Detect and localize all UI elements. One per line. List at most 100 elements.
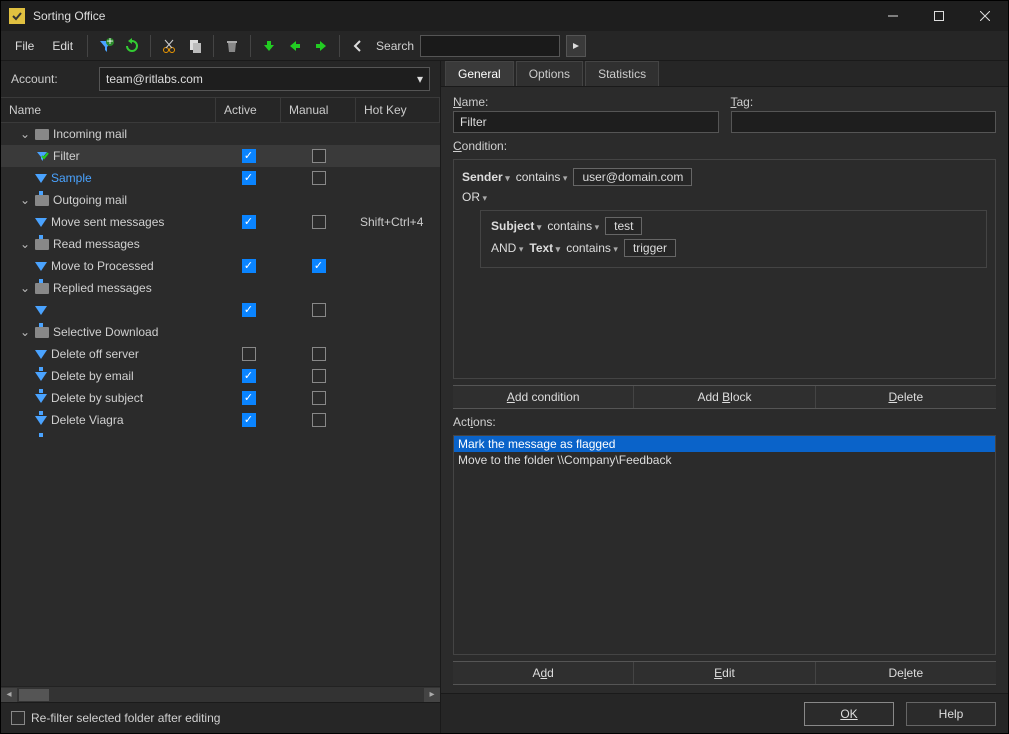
cond-op-contains3[interactable]: contains (566, 241, 618, 255)
horizontal-scrollbar[interactable]: ◂ ▸ (1, 686, 440, 702)
arrow-right-icon[interactable] (309, 34, 333, 58)
tree-rule[interactable]: Delete by subject (1, 387, 440, 409)
add-action-button[interactable]: Add (453, 662, 634, 684)
refresh-icon[interactable] (120, 34, 144, 58)
tab-options[interactable]: Options (516, 61, 583, 86)
tag-input[interactable] (731, 111, 997, 133)
active-checkbox[interactable] (242, 391, 256, 405)
manual-checkbox[interactable] (312, 347, 326, 361)
add-block-button[interactable]: Add Block (634, 386, 815, 408)
col-hotkey[interactable]: Hot Key (356, 98, 440, 122)
cond-value-2[interactable]: test (605, 217, 642, 235)
delete-condition-button[interactable]: Delete (816, 386, 996, 408)
manual-checkbox[interactable] (312, 215, 326, 229)
funnel-icon (35, 394, 47, 403)
active-checkbox[interactable] (242, 369, 256, 383)
active-checkbox[interactable] (242, 303, 256, 317)
cond-op-contains2[interactable]: contains (547, 219, 599, 233)
tree-rule[interactable]: Move sent messagesShift+Ctrl+4 (1, 211, 440, 233)
tree-label: Read messages (53, 237, 140, 251)
help-button[interactable]: Help (906, 702, 996, 726)
active-checkbox[interactable] (242, 413, 256, 427)
active-checkbox[interactable] (242, 347, 256, 361)
cond-op-contains[interactable]: contains (516, 170, 568, 184)
col-manual[interactable]: Manual (281, 98, 356, 122)
active-checkbox[interactable] (242, 149, 256, 163)
copy-icon[interactable] (183, 34, 207, 58)
tree-group[interactable]: ⌄Outgoing mail (1, 189, 440, 211)
name-input[interactable] (453, 111, 719, 133)
chevron-down-icon[interactable]: ⌄ (19, 127, 31, 141)
tab-general[interactable]: General (445, 61, 514, 86)
new-filter-icon[interactable]: + (94, 34, 118, 58)
tree-label: Move sent messages (51, 215, 164, 229)
cond-and[interactable]: AND (491, 241, 523, 255)
active-checkbox[interactable] (242, 171, 256, 185)
chevron-down-icon[interactable]: ⌄ (19, 325, 31, 339)
action-row[interactable]: Move to the folder \\Company\Feedback (454, 452, 995, 468)
search-go-button[interactable] (566, 35, 586, 57)
tree-group[interactable]: ⌄ Selective Download (1, 321, 440, 343)
ok-button[interactable]: OK (804, 702, 894, 726)
cond-value-3[interactable]: trigger (624, 239, 676, 257)
funnel-icon (35, 306, 47, 315)
maximize-button[interactable] (916, 1, 962, 31)
tree-rule[interactable]: Move to Processed (1, 255, 440, 277)
chevron-down-icon[interactable]: ⌄ (19, 193, 31, 207)
add-condition-button[interactable]: Add condition (453, 386, 634, 408)
manual-checkbox[interactable] (312, 259, 326, 273)
minimize-button[interactable] (870, 1, 916, 31)
scroll-left-icon[interactable]: ◂ (1, 688, 17, 702)
scroll-right-icon[interactable]: ▸ (424, 688, 440, 702)
tree-rule[interactable]: Sample (1, 167, 440, 189)
delete-action-button[interactable]: Delete (816, 662, 996, 684)
manual-checkbox[interactable] (312, 369, 326, 383)
action-row[interactable]: Mark the message as flagged (454, 436, 995, 452)
edit-action-button[interactable]: Edit (634, 662, 815, 684)
tree-group[interactable]: ⌄Incoming mail (1, 123, 440, 145)
arrow-left-icon[interactable] (283, 34, 307, 58)
cut-icon[interactable] (157, 34, 181, 58)
tree-rule[interactable]: Delete by email (1, 365, 440, 387)
chevron-down-icon[interactable]: ⌄ (19, 281, 31, 295)
tree-group[interactable]: ⌄Replied messages (1, 277, 440, 299)
tree-rule[interactable]: Delete off server (1, 343, 440, 365)
cond-field-sender[interactable]: Sender (462, 170, 510, 184)
cond-field-text[interactable]: Text (529, 241, 560, 255)
cond-value-1[interactable]: user@domain.com (573, 168, 692, 186)
menu-edit[interactable]: Edit (44, 35, 81, 57)
tree-group[interactable]: ⌄ Read messages (1, 233, 440, 255)
col-name[interactable]: Name (1, 98, 216, 122)
condition-box[interactable]: Sender contains user@domain.com OR Subje… (453, 159, 996, 379)
manual-checkbox[interactable] (312, 149, 326, 163)
delete-icon[interactable] (220, 34, 244, 58)
actions-list[interactable]: Mark the message as flaggedMove to the f… (453, 435, 996, 655)
active-checkbox[interactable] (242, 215, 256, 229)
back-icon[interactable] (346, 34, 370, 58)
tab-statistics[interactable]: Statistics (585, 61, 659, 86)
filter-tree[interactable]: ⌄Incoming mailFilterSample⌄Outgoing mail… (1, 123, 440, 686)
menu-file[interactable]: File (7, 35, 42, 57)
tree-label: Selective Download (53, 325, 158, 339)
cond-field-subject[interactable]: Subject (491, 219, 541, 233)
chevron-down-icon[interactable]: ⌄ (19, 237, 31, 251)
titlebar[interactable]: Sorting Office (1, 1, 1008, 31)
search-label: Search (376, 39, 414, 53)
scroll-thumb[interactable] (19, 689, 49, 701)
manual-checkbox[interactable] (312, 391, 326, 405)
search-input[interactable] (420, 35, 560, 57)
col-active[interactable]: Active (216, 98, 281, 122)
tree-rule[interactable]: Delete Viagra (1, 409, 440, 431)
manual-checkbox[interactable] (312, 171, 326, 185)
tree-rule[interactable]: Filter (1, 145, 440, 167)
account-dropdown[interactable]: team@ritlabs.com ▾ (99, 67, 430, 91)
manual-checkbox[interactable] (312, 303, 326, 317)
refilter-label: Re-filter selected folder after editing (31, 711, 220, 725)
active-checkbox[interactable] (242, 259, 256, 273)
close-button[interactable] (962, 1, 1008, 31)
cond-or[interactable]: OR (462, 190, 487, 204)
arrow-down-icon[interactable] (257, 34, 281, 58)
tree-rule[interactable] (1, 299, 440, 321)
manual-checkbox[interactable] (312, 413, 326, 427)
refilter-checkbox[interactable] (11, 711, 25, 725)
